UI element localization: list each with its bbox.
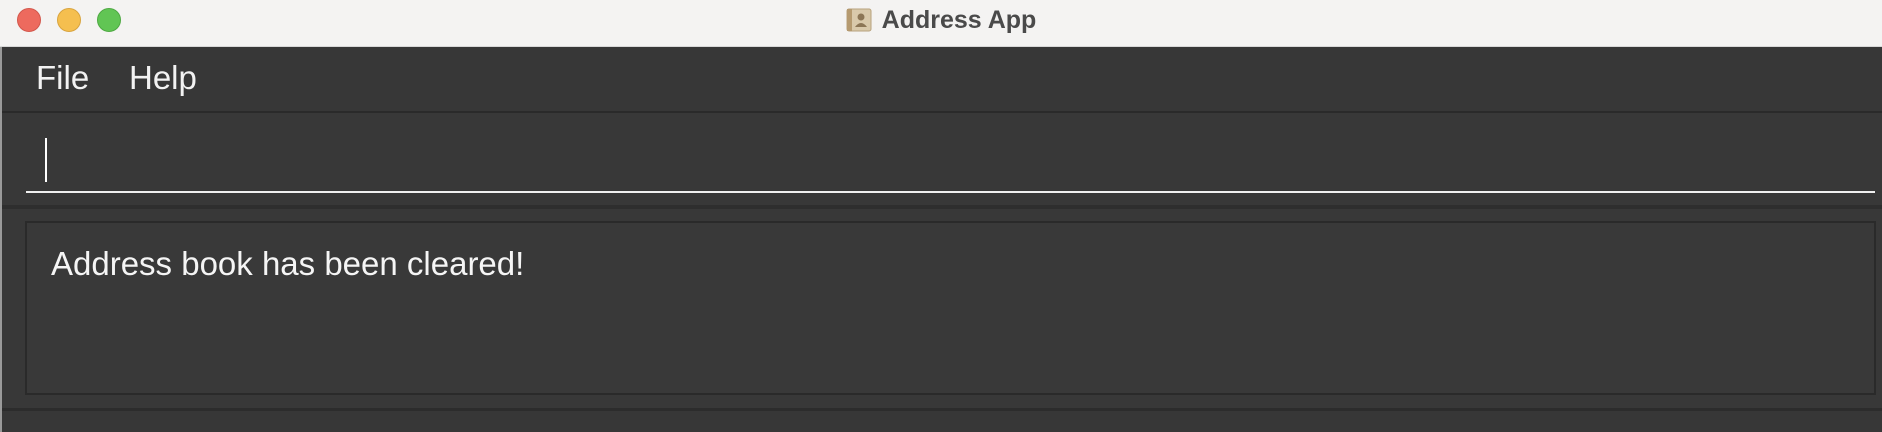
menu-file[interactable]: File <box>36 59 89 97</box>
bottom-panel-edge <box>2 408 1882 432</box>
menu-bar: File Help <box>2 47 1882 113</box>
title-bar[interactable]: Address App <box>0 0 1882 47</box>
result-display-panel: Address book has been cleared! <box>2 209 1882 410</box>
command-input[interactable] <box>26 135 1875 193</box>
window-title-group: Address App <box>0 0 1882 40</box>
command-box-panel <box>2 113 1882 209</box>
menu-help[interactable]: Help <box>129 59 197 97</box>
result-message: Address book has been cleared! <box>51 245 525 282</box>
address-book-icon <box>846 8 872 32</box>
result-display-box[interactable]: Address book has been cleared! <box>25 221 1876 395</box>
app-window: Address App File Help Address book has b… <box>0 0 1882 432</box>
window-title: Address App <box>881 5 1037 34</box>
text-cursor <box>45 138 47 182</box>
